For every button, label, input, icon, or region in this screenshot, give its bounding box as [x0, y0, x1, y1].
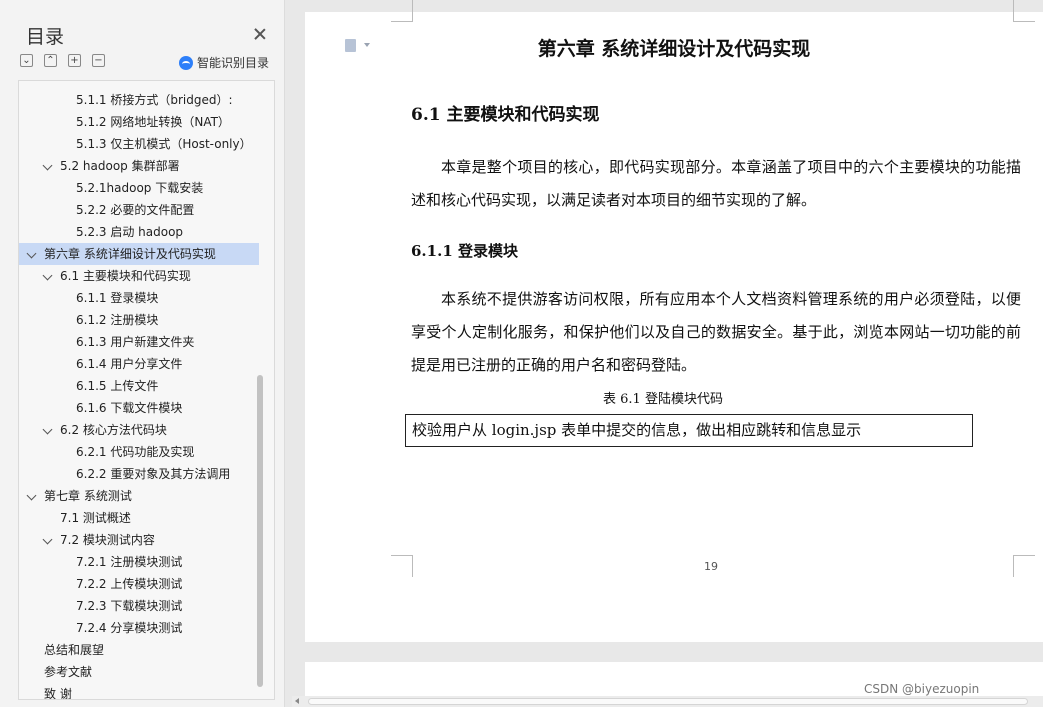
toc-item-label: 7.2 模块测试内容: [60, 533, 155, 547]
page-corner-mark: [391, 0, 413, 22]
chevron-down-icon[interactable]: [26, 248, 37, 259]
toc-sidebar: 目录 ⌄ ⌃ + − 智能识别目录 5.1.1 桥接方式（bridged）: 5.…: [0, 0, 285, 707]
toc-item[interactable]: 7.1 测试概述: [19, 507, 259, 529]
toc-item-label: 总结和展望: [44, 643, 105, 657]
toc-item-label: 6.1.5 上传文件: [76, 379, 159, 393]
toc-item-label: 6.2.1 代码功能及实现: [76, 445, 195, 459]
watermark: CSDN @biyezuopin: [864, 682, 980, 696]
toc-item-label: 7.2.4 分享模块测试: [76, 621, 183, 635]
toc-toolbar: ⌄ ⌃ + −: [20, 54, 105, 67]
toc-item[interactable]: 6.1 主要模块和代码实现: [19, 265, 259, 287]
toc-item-label: 致 谢: [44, 687, 72, 700]
toc-item[interactable]: 5.2.3 启动 hadoop: [19, 221, 259, 243]
chevron-down-icon[interactable]: [42, 424, 53, 435]
toc-item[interactable]: 第七章 系统测试: [19, 485, 259, 507]
toc-item-label: 5.2.2 必要的文件配置: [76, 203, 195, 217]
toc-item-label: 6.2.2 重要对象及其方法调用: [76, 467, 231, 481]
toc-item-label: 第七章 系统测试: [44, 489, 132, 503]
toc-item[interactable]: 参考文献: [19, 661, 259, 683]
toc-item-label: 5.1.3 仅主机模式（Host-only）: [76, 137, 252, 151]
toc-item-label: 第六章 系统详细设计及代码实现: [44, 247, 216, 261]
toc-item-label: 5.1.1 桥接方式（bridged）:: [76, 93, 233, 107]
toc-panel: 5.1.1 桥接方式（bridged）: 5.1.2 网络地址转换（NAT） 5.1…: [18, 80, 275, 700]
toc-item-label: 参考文献: [44, 665, 93, 679]
toc-item-label: 7.2.2 上传模块测试: [76, 577, 183, 591]
document-page: 第六章 系统详细设计及代码实现 6.1 主要模块和代码实现 本章是整个项目的核心…: [305, 0, 1043, 642]
toc-item-label: 7.2.1 注册模块测试: [76, 555, 183, 569]
subsection-paragraph: 本系统不提供游客访问权限，所有应用本个人文档资料管理系统的用户必须登陆，以便享受…: [411, 290, 1021, 374]
horizontal-scrollbar[interactable]: [292, 696, 1043, 707]
close-icon[interactable]: [252, 26, 268, 42]
toc-item-label: 5.2.1hadoop 下载安装: [76, 181, 204, 195]
toc-item-label: 5.2 hadoop 集群部署: [60, 159, 180, 173]
toc-scrollbar[interactable]: [257, 375, 263, 687]
toc-item[interactable]: 6.2 核心方法代码块: [19, 419, 259, 441]
toc-list: 5.1.1 桥接方式（bridged）: 5.1.2 网络地址转换（NAT） 5.1…: [19, 89, 259, 700]
toc-item-label: 6.1 主要模块和代码实现: [60, 269, 191, 283]
remove-toc-item-button[interactable]: −: [92, 54, 105, 67]
chevron-down-icon[interactable]: [26, 490, 37, 501]
toc-item-label: 6.2 核心方法代码块: [60, 423, 167, 437]
toc-item-label: 6.1.1 登录模块: [76, 291, 159, 305]
toc-item-label: 7.2.3 下载模块测试: [76, 599, 183, 613]
toc-item[interactable]: 6.1.5 上传文件: [19, 375, 259, 397]
chevron-down-icon[interactable]: [42, 270, 53, 281]
toc-item[interactable]: 总结和展望: [19, 639, 259, 661]
toc-item[interactable]: 7.2.2 上传模块测试: [19, 573, 259, 595]
toc-item[interactable]: 6.1.6 下载文件模块: [19, 397, 259, 419]
toc-item[interactable]: 第六章 系统详细设计及代码实现: [19, 243, 259, 265]
toc-item[interactable]: 5.2 hadoop 集群部署: [19, 155, 259, 177]
toc-item[interactable]: 6.1.4 用户分享文件: [19, 353, 259, 375]
toc-item[interactable]: 6.1.3 用户新建文件夹: [19, 331, 259, 353]
toc-item-label: 6.1.3 用户新建文件夹: [76, 335, 195, 349]
toc-item[interactable]: 5.2.1hadoop 下载安装: [19, 177, 259, 199]
chevron-down-icon[interactable]: [42, 534, 53, 545]
toc-item[interactable]: 7.2.3 下载模块测试: [19, 595, 259, 617]
toc-item[interactable]: 7.2.1 注册模块测试: [19, 551, 259, 573]
section-heading: 6.1 主要模块和代码实现: [411, 105, 600, 125]
add-toc-item-button[interactable]: +: [68, 54, 81, 67]
toc-item[interactable]: 6.2.1 代码功能及实现: [19, 441, 259, 463]
toc-item[interactable]: 6.2.2 重要对象及其方法调用: [19, 463, 259, 485]
scroll-left-icon[interactable]: [295, 698, 299, 704]
toc-item[interactable]: 6.1.2 注册模块: [19, 309, 259, 331]
toc-item-label: 7.1 测试概述: [60, 511, 131, 525]
expand-all-button[interactable]: ⌄: [20, 54, 33, 67]
smart-toc-label: 智能识别目录: [197, 56, 270, 70]
subsection-heading: 6.1.1 登录模块: [411, 242, 518, 260]
code-table-cell: 校验用户从 login.jsp 表单中提交的信息，做出相应跳转和信息显示: [405, 414, 973, 447]
toc-item[interactable]: 7.2.4 分享模块测试: [19, 617, 259, 639]
toc-item-label: 6.1.2 注册模块: [76, 313, 159, 327]
toc-item[interactable]: 致 谢: [19, 683, 259, 700]
section-paragraph: 本章是整个项目的核心，即代码实现部分。本章涵盖了项目中的六个主要模块的功能描述和…: [411, 158, 1021, 209]
toc-item[interactable]: 6.1.1 登录模块: [19, 287, 259, 309]
sidebar-title: 目录: [26, 26, 65, 48]
smart-toc-button[interactable]: 智能识别目录: [179, 54, 269, 71]
scrollbar-thumb[interactable]: [308, 698, 1028, 705]
toc-item[interactable]: 5.1.2 网络地址转换（NAT）: [19, 111, 259, 133]
page-corner-mark: [1013, 0, 1035, 22]
toc-item-label: 5.1.2 网络地址转换（NAT）: [76, 115, 230, 129]
toc-item[interactable]: 5.2.2 必要的文件配置: [19, 199, 259, 221]
table-caption: 表 6.1 登陆模块代码: [603, 392, 723, 407]
collapse-all-button[interactable]: ⌃: [44, 54, 57, 67]
smart-recognize-icon: [179, 55, 193, 70]
chevron-down-icon[interactable]: [42, 160, 53, 171]
page-number: 19: [704, 560, 718, 573]
toc-item-label: 5.2.3 启动 hadoop: [76, 225, 184, 239]
toc-item[interactable]: 7.2 模块测试内容: [19, 529, 259, 551]
toc-item-label: 6.1.4 用户分享文件: [76, 357, 183, 371]
toc-item[interactable]: 5.1.3 仅主机模式（Host-only）: [19, 133, 259, 155]
toc-item[interactable]: 5.1.1 桥接方式（bridged）:: [19, 89, 259, 111]
chapter-title: 第六章 系统详细设计及代码实现: [537, 38, 811, 60]
toc-item-label: 6.1.6 下载文件模块: [76, 401, 183, 415]
